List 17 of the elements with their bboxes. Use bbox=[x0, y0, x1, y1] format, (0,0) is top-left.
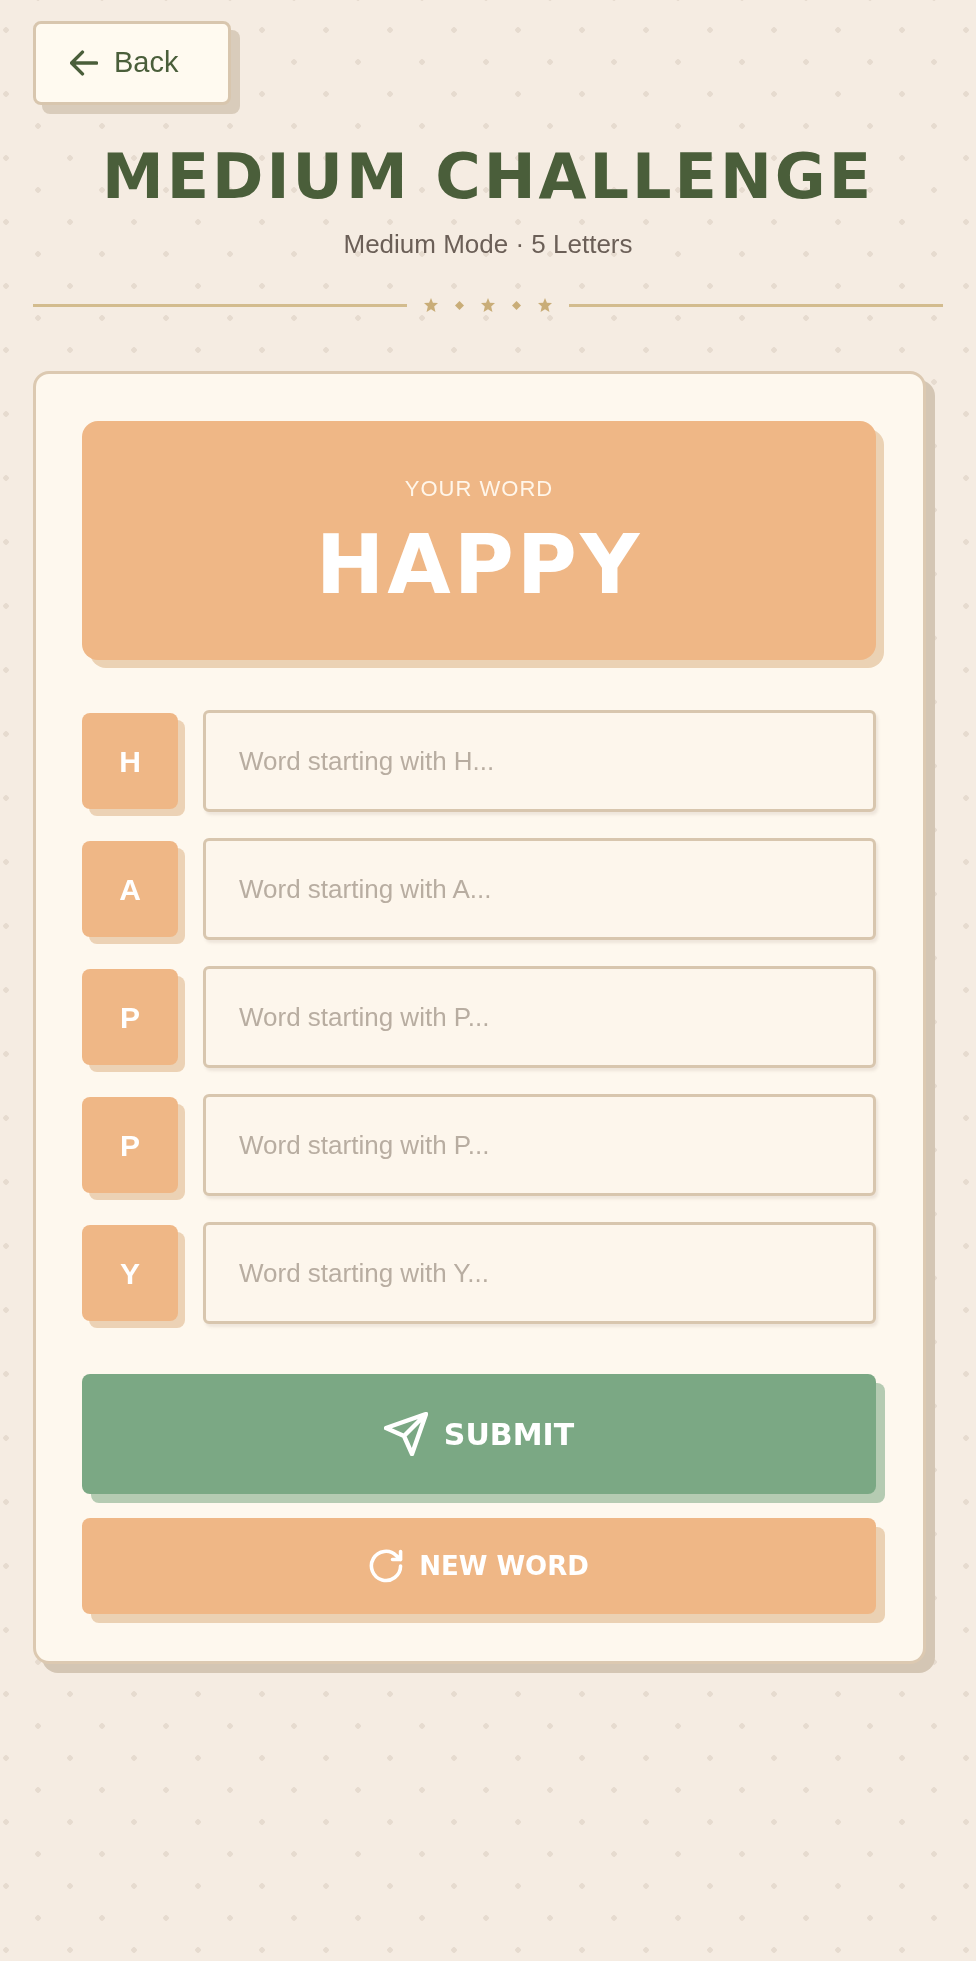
word-input[interactable]: Word starting with P... bbox=[203, 966, 876, 1068]
arrow-left-icon bbox=[70, 49, 98, 77]
page-subtitle: Medium Mode · 5 Letters bbox=[342, 228, 634, 261]
refresh-icon bbox=[369, 1549, 404, 1583]
star-icon bbox=[538, 298, 552, 312]
word-input[interactable]: Word starting with A... bbox=[203, 838, 876, 940]
page-title: MEDIUM CHALLENGE bbox=[100, 143, 876, 211]
challenge-word: HAPPY bbox=[315, 523, 643, 606]
star-icon bbox=[481, 298, 495, 312]
diamond-icon bbox=[455, 300, 464, 310]
star-icon bbox=[424, 298, 438, 312]
diamond-icon bbox=[512, 300, 521, 310]
send-icon bbox=[383, 1412, 428, 1456]
word-input[interactable]: Word starting with P... bbox=[203, 1094, 876, 1196]
word-caption: YOUR WORD bbox=[404, 475, 554, 502]
word-input[interactable]: Word starting with Y... bbox=[203, 1222, 876, 1324]
word-input[interactable]: Word starting with H... bbox=[203, 710, 876, 812]
